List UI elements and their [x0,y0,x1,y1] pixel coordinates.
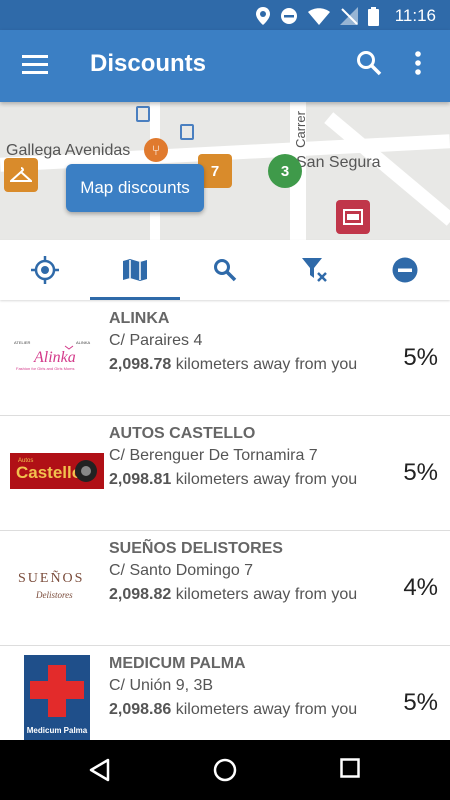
list-item[interactable]: SUEÑOS Delistores SUEÑOS DELISTORES C/ S… [0,530,450,646]
tab-clear-filter[interactable] [270,240,360,300]
filter-clear-icon [302,258,327,282]
transit-icon [136,106,150,122]
store-address: C/ Santo Domingo 7 [109,562,254,579]
search-icon [214,259,237,282]
svg-text:ALINKA: ALINKA [76,340,91,345]
tab-map[interactable] [90,240,180,300]
tab-search[interactable] [180,240,270,300]
list-item[interactable]: ATELIER ALINKA Alinka Fashion for Girls … [0,300,450,416]
system-nav-bar [0,740,450,800]
discount-percent: 5% [403,344,438,371]
tab-location[interactable] [0,240,90,300]
home-icon[interactable] [213,758,237,782]
store-distance: 2,098.86 kilometers away from you [109,701,358,718]
more-vert-icon[interactable] [414,50,422,76]
store-address: C/ Unión 9, 3B [109,677,214,694]
store-address: C/ Paraires 4 [109,332,203,349]
minus-circle-icon [392,257,418,283]
discount-percent: 5% [403,689,438,716]
alinka-logo: ATELIER ALINKA Alinka Fashion for Girls … [10,336,104,376]
store-distance: 2,098.82 kilometers away from you [109,586,358,603]
map-discounts-button[interactable]: Map discounts [66,164,204,212]
wifi-icon [307,7,330,25]
search-icon[interactable] [356,50,382,76]
store-distance: 2,098.81 kilometers away from you [109,471,358,488]
svg-text:SUEÑOS: SUEÑOS [18,570,84,586]
discount-percent: 5% [403,459,438,486]
store-name: SUEÑOS DELISTORES [109,540,283,557]
hamburger-menu-icon[interactable] [22,54,48,74]
toolbar-tabs [0,240,450,300]
discount-percent: 4% [403,574,438,601]
restaurant-icon: ⑂ [144,138,168,162]
app-bar: Discounts [0,30,450,102]
discount-list: ATELIER ALINKA Alinka Fashion for Girls … [0,300,450,740]
tab-remove[interactable] [360,240,450,300]
svg-text:ATELIER: ATELIER [14,340,30,345]
list-item[interactable]: Autos Castello AUTOS CASTELLO C/ Berengu… [0,415,450,531]
location-icon [255,7,270,25]
svg-text:Fashion for Girls and Girls Mo: Fashion for Girls and Girls Moms [16,366,74,371]
clothing-pin-icon[interactable] [4,158,38,192]
list-item[interactable]: Medicum Palma MEDICUM PALMA C/ Unión 9, … [0,645,450,740]
medicum-palma-logo: Medicum Palma [24,655,90,740]
status-bar: 11:16 [0,0,450,30]
svg-text:Alinka: Alinka [33,349,76,366]
battery-icon [367,6,379,26]
store-distance: 2,098.78 kilometers away from you [109,356,358,373]
store-name: AUTOS CASTELLO [109,425,256,442]
svg-text:Delistores: Delistores [35,590,73,600]
recents-icon[interactable] [340,758,360,778]
store-name: ALINKA [109,310,170,327]
do-not-disturb-icon [280,8,297,24]
street-label: Carrer [292,111,308,148]
svg-text:Castello: Castello [16,463,82,482]
autos-castello-logo: Autos Castello [10,453,104,489]
map-icon [123,259,147,281]
back-icon[interactable] [88,758,110,782]
store-name: MEDICUM PALMA [109,655,246,672]
svg-text:Medicum Palma: Medicum Palma [27,726,88,735]
page-title: Discounts [90,50,207,77]
crosshair-icon [31,256,59,284]
cluster-pin[interactable]: 3 [268,154,302,188]
film-pin-icon[interactable] [336,200,370,234]
no-signal-icon [339,7,358,25]
suenos-delistores-logo: SUEÑOS Delistores [10,562,104,610]
street-label: San Segura [296,154,381,171]
transit-icon [180,124,194,140]
clock: 11:16 [394,6,436,25]
store-address: C/ Berenguer De Tornamira 7 [109,447,318,464]
